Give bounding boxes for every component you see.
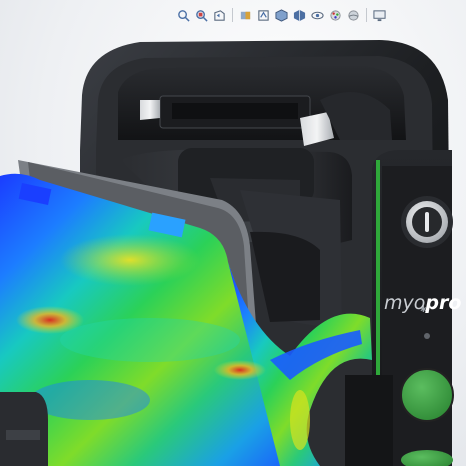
apply-scene-button[interactable] (346, 8, 361, 23)
zoom-to-area-button[interactable] (194, 8, 209, 23)
zoom-to-fit-button[interactable] (176, 8, 191, 23)
heads-up-view-toolbar (176, 4, 387, 26)
apply-scene-icon (348, 9, 359, 21)
dynamic-annotation-view-icon (258, 9, 269, 21)
section-view-icon (240, 11, 251, 19)
hide-show-items-button[interactable] (310, 8, 325, 23)
previous-view-button[interactable] (212, 8, 227, 23)
section-view-button[interactable] (238, 8, 253, 23)
graphics-area[interactable]: ✱ myopro (0, 0, 466, 466)
edit-appearance-icon (330, 9, 341, 21)
brand-prefix: myo (384, 292, 426, 314)
view-orientation-icon (275, 8, 288, 22)
bottom-clip (0, 392, 48, 466)
model-view: ✱ (0, 40, 454, 466)
view-settings-icon (373, 9, 386, 21)
hide-show-items-icon (311, 11, 324, 19)
dynamic-annotation-view-button[interactable] (256, 8, 271, 23)
previous-view-icon (214, 9, 225, 21)
edit-appearance-button[interactable] (328, 8, 343, 23)
zoom-to-area-icon (196, 9, 208, 22)
display-style-icon (293, 9, 306, 21)
zoom-to-fit-icon (178, 9, 190, 22)
display-style-button[interactable] (292, 8, 307, 23)
view-settings-button[interactable] (372, 8, 387, 23)
brand-logo: myopro (384, 292, 461, 314)
view-orientation-button[interactable] (274, 8, 289, 23)
brand-suffix: pro (425, 292, 462, 314)
